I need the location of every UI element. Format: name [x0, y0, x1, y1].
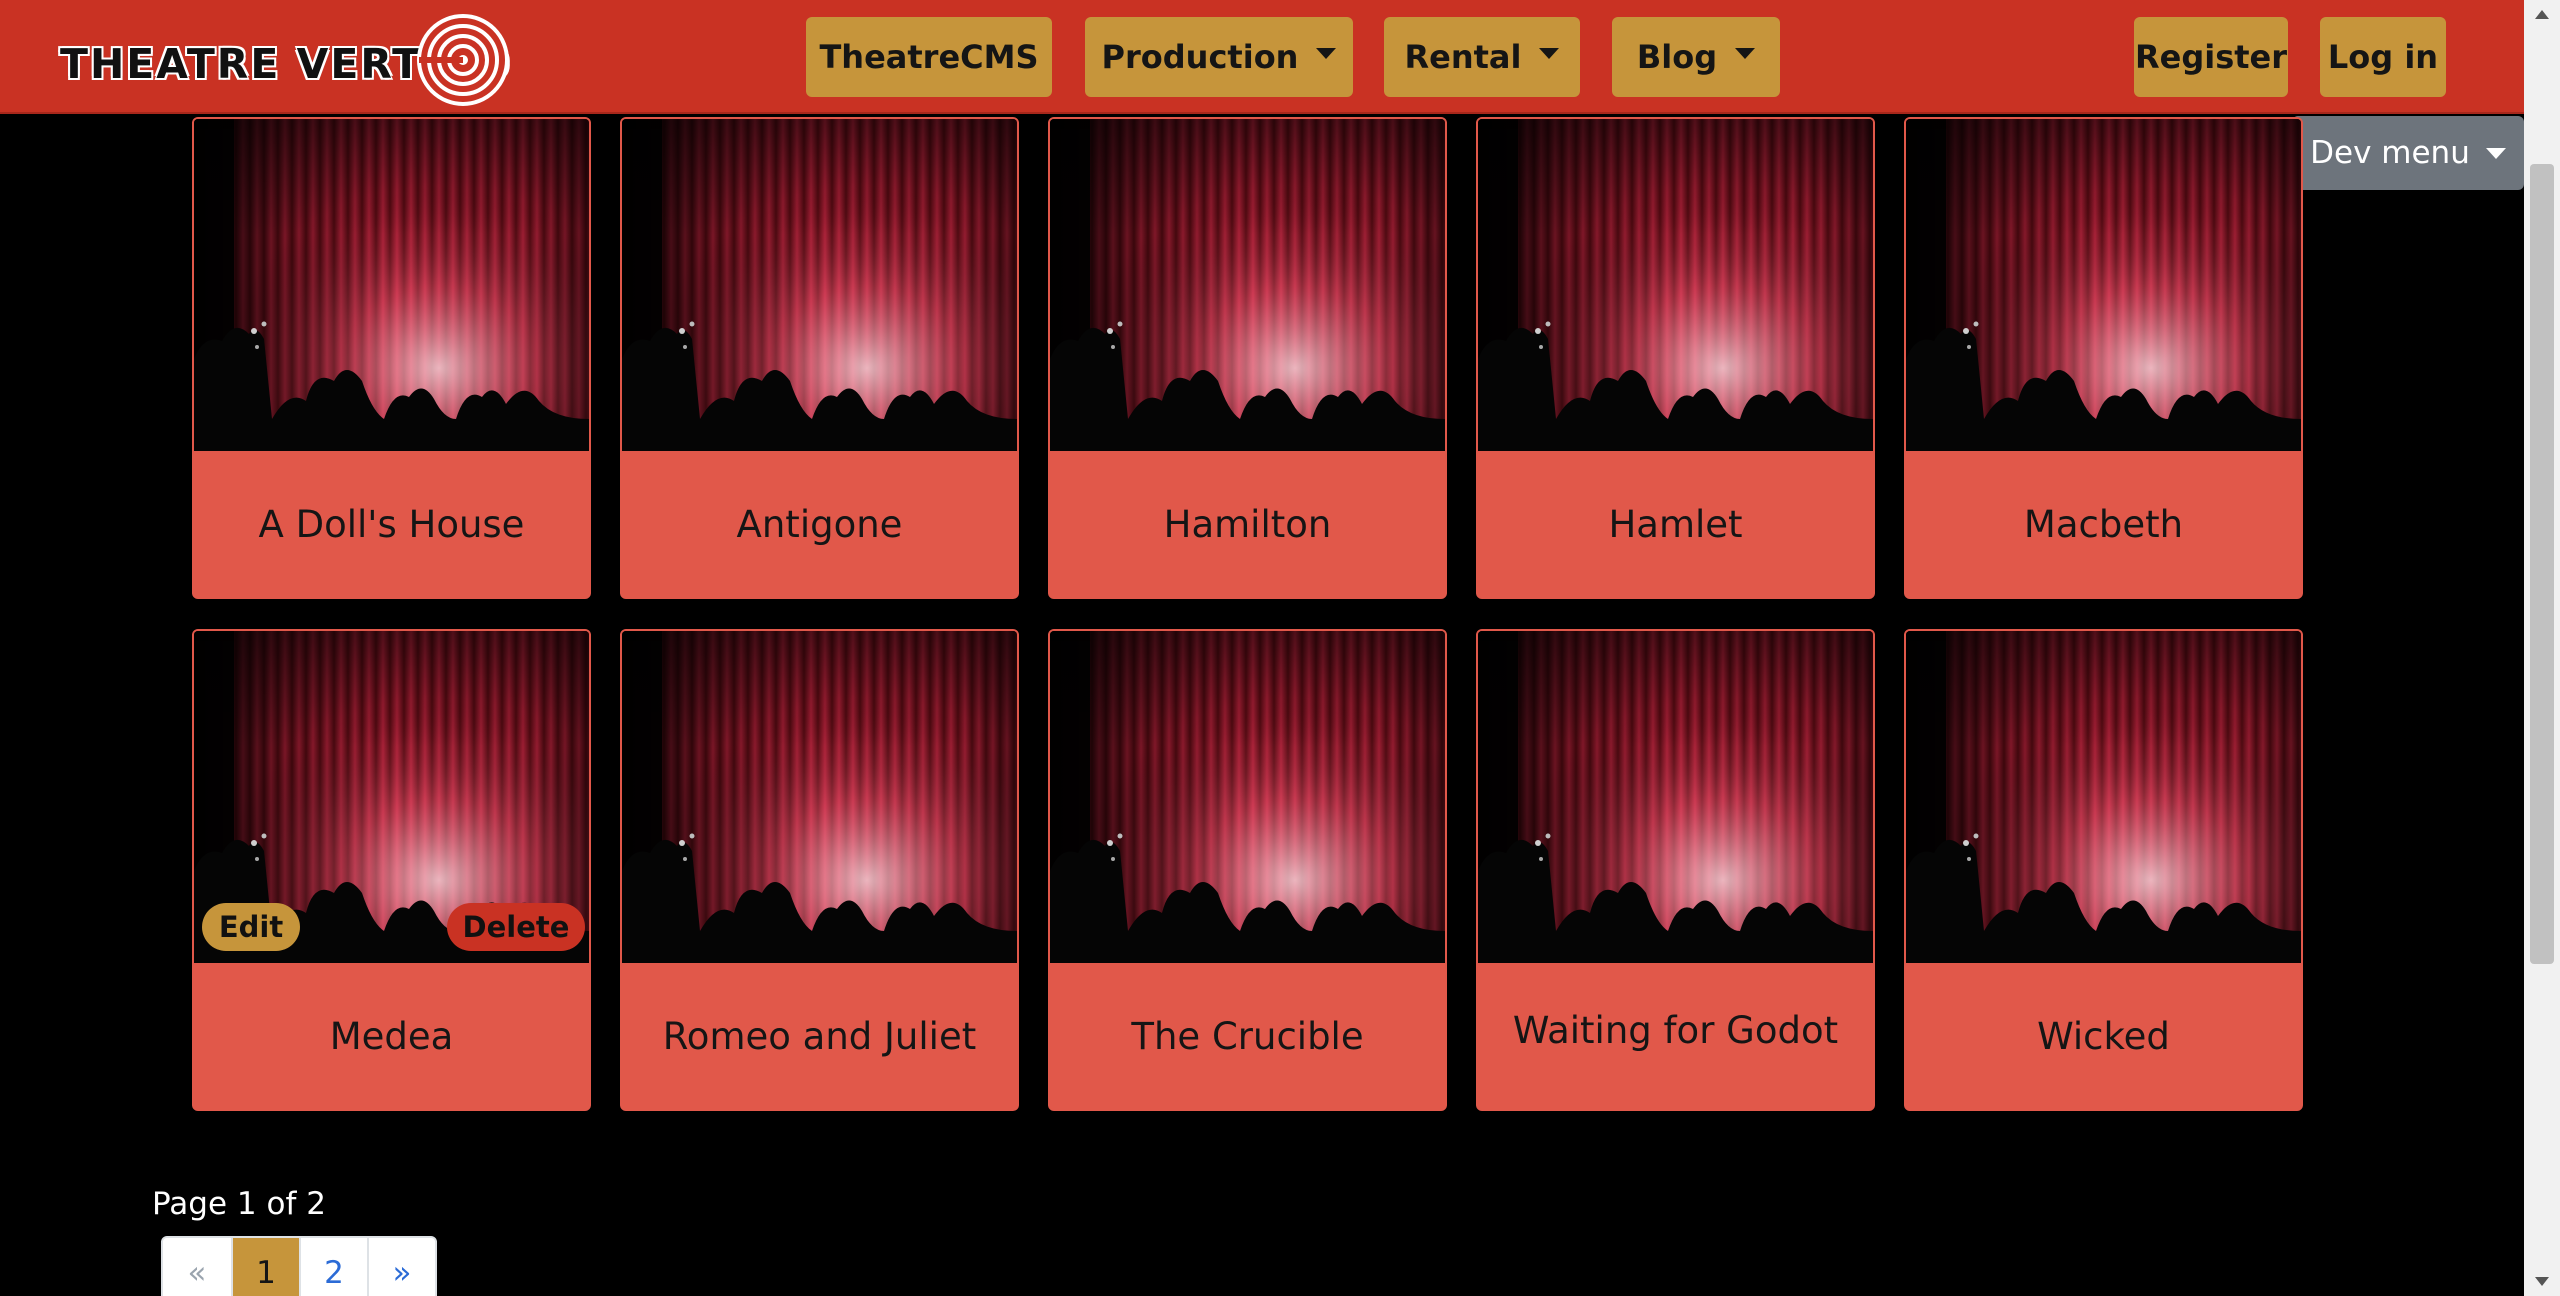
scroll-down-arrow-icon[interactable]: [2535, 1277, 2549, 1286]
nav-production-dropdown[interactable]: Production: [1085, 17, 1353, 97]
stage-curtain-image: [1906, 119, 2301, 451]
caret-down-icon: [1316, 47, 1337, 59]
production-title: The Crucible: [1131, 1015, 1364, 1058]
production-card[interactable]: Edit Delete Medea: [192, 629, 591, 1111]
pagination-prev[interactable]: «: [163, 1238, 231, 1296]
nav-blog-label: Blog: [1636, 38, 1718, 76]
edit-button[interactable]: Edit: [202, 903, 300, 951]
pagination-next[interactable]: »: [367, 1238, 435, 1296]
stage-curtain-image: [1906, 631, 2301, 963]
login-label: Log in: [2327, 38, 2439, 76]
stage-curtain-image: [1050, 631, 1445, 963]
stage-curtain-image: [622, 119, 1017, 451]
production-card[interactable]: The Crucible: [1048, 629, 1447, 1111]
pagination: « 1 2 »: [161, 1236, 437, 1296]
productions-grid: A Doll's House Antigone Hamilton Hamlet …: [192, 117, 2303, 1111]
production-title: Hamlet: [1608, 503, 1743, 546]
login-button[interactable]: Log in: [2320, 17, 2446, 97]
production-title: Wicked: [2037, 1015, 2170, 1058]
nav-theatrecms-button[interactable]: TheatreCMS: [806, 17, 1052, 97]
stage-curtain-image: [1478, 119, 1873, 451]
brand-logo[interactable]: THEATRE VERTIGO: [58, 12, 511, 108]
nav-rental-label: Rental: [1404, 38, 1522, 76]
production-title: Romeo and Juliet: [662, 1015, 977, 1058]
stage-curtain-image: [194, 119, 589, 451]
vertical-scrollbar[interactable]: [2524, 0, 2560, 1296]
production-title: Medea: [329, 1015, 454, 1058]
navbar: THEATRE VERTIGO TheatreCMS Production Re…: [0, 0, 2524, 114]
caret-down-icon: [2485, 147, 2506, 159]
dev-menu-label: Dev menu: [2310, 135, 2470, 171]
pagination-page-1[interactable]: 1: [231, 1238, 299, 1296]
nav-rental-dropdown[interactable]: Rental: [1384, 17, 1580, 97]
production-card[interactable]: Antigone: [620, 117, 1019, 599]
pagination-page-2[interactable]: 2: [299, 1238, 367, 1296]
production-card[interactable]: Macbeth: [1904, 117, 2303, 599]
page-info: Page 1 of 2: [152, 1186, 326, 1222]
stage-curtain-image: [622, 631, 1017, 963]
delete-button[interactable]: Delete: [447, 903, 585, 951]
production-card[interactable]: Hamlet: [1476, 117, 1875, 599]
production-title: A Doll's House: [258, 503, 525, 546]
caret-down-icon: [1735, 47, 1756, 59]
scroll-up-arrow-icon[interactable]: [2535, 10, 2549, 19]
production-title: Macbeth: [2023, 503, 2184, 546]
scrollbar-thumb[interactable]: [2530, 164, 2554, 964]
production-card[interactable]: Wicked: [1904, 629, 2303, 1111]
production-card[interactable]: A Doll's House: [192, 117, 591, 599]
production-title: Waiting for Godot: [1512, 1009, 1839, 1052]
production-card[interactable]: Hamilton: [1048, 117, 1447, 599]
nav-theatrecms-label: TheatreCMS: [819, 38, 1039, 76]
production-card[interactable]: Romeo and Juliet: [620, 629, 1019, 1111]
nav-blog-dropdown[interactable]: Blog: [1612, 17, 1780, 97]
vertigo-spiral-icon: [417, 14, 509, 106]
caret-down-icon: [1539, 47, 1560, 59]
nav-production-label: Production: [1101, 38, 1299, 76]
production-title: Hamilton: [1163, 503, 1332, 546]
production-title: Antigone: [736, 503, 903, 546]
register-button[interactable]: Register: [2134, 17, 2288, 97]
dev-menu-dropdown[interactable]: Dev menu: [2292, 116, 2524, 190]
register-label: Register: [2134, 38, 2288, 76]
production-card[interactable]: Waiting for Godot: [1476, 629, 1875, 1111]
stage-curtain-image: [1478, 631, 1873, 963]
stage-curtain-image: [1050, 119, 1445, 451]
